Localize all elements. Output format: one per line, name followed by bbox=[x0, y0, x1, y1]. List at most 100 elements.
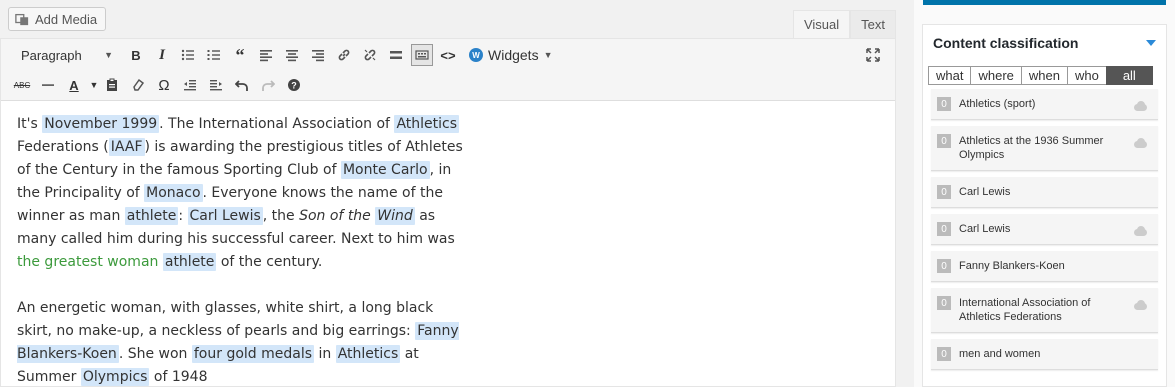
toolbar-row-2: ABC A ▼ Ω ? bbox=[11, 73, 309, 97]
panel-header[interactable]: Content classification bbox=[923, 25, 1166, 61]
chevron-down-icon[interactable]: ▼ bbox=[89, 74, 99, 96]
collapse-triangle-icon[interactable] bbox=[1146, 40, 1156, 46]
count-badge: 0 bbox=[937, 97, 951, 111]
blockquote-icon[interactable]: “ bbox=[229, 44, 251, 66]
clear-formatting-icon[interactable] bbox=[127, 74, 149, 96]
filter-when[interactable]: when bbox=[1020, 66, 1067, 85]
entity-label: International Association of Athletics F… bbox=[959, 297, 1091, 323]
editor-box: Paragraph ▼ B I “ <> W Widgets ▼ ABC A ▼… bbox=[0, 38, 896, 387]
add-media-label: Add Media bbox=[35, 11, 98, 27]
align-right-icon[interactable] bbox=[307, 44, 329, 66]
paragraph-2: An energetic woman, with glasses, white … bbox=[17, 297, 465, 387]
tab-text[interactable]: Text bbox=[850, 10, 896, 38]
count-badge: 0 bbox=[937, 259, 951, 273]
entity-annotation: athlete bbox=[162, 253, 217, 271]
text-run: . She won bbox=[118, 346, 192, 362]
entity-annotation: Athletics bbox=[335, 345, 401, 363]
entity-annotation: Monaco bbox=[144, 184, 203, 202]
text-run: in bbox=[314, 346, 336, 362]
entity-list-item[interactable]: 0 men and women bbox=[931, 339, 1158, 370]
text-run: It's bbox=[17, 116, 43, 132]
text-color-icon[interactable]: A bbox=[63, 74, 85, 96]
horizontal-line-icon[interactable] bbox=[37, 74, 59, 96]
panel-title: Content classification bbox=[933, 35, 1079, 51]
entity-list: 0 Athletics (sport) 0 Athletics at the 1936… bbox=[923, 89, 1166, 370]
count-badge: 0 bbox=[937, 347, 951, 361]
entity-annotation: November 1999 bbox=[42, 115, 160, 133]
entity-list-item[interactable]: 0 Athletics (sport) bbox=[931, 89, 1158, 120]
entity-list-item[interactable]: 0 Carl Lewis bbox=[931, 214, 1158, 245]
unlink-icon[interactable] bbox=[359, 44, 381, 66]
entity-list-item[interactable]: 0 Fanny Blankers-Koen bbox=[931, 251, 1158, 282]
entity-annotation: four gold medals bbox=[191, 345, 315, 363]
entity-label: Carl Lewis bbox=[959, 223, 1011, 235]
filter-what[interactable]: what bbox=[928, 66, 971, 85]
filter-where[interactable]: where bbox=[970, 66, 1021, 85]
text-run: . The International Association of bbox=[159, 116, 395, 132]
editor-toolbar: Paragraph ▼ B I “ <> W Widgets ▼ ABC A ▼… bbox=[1, 39, 895, 101]
redo-icon[interactable] bbox=[257, 74, 279, 96]
entity-label: Athletics at the 1936 Summer Olympics bbox=[959, 135, 1104, 161]
svg-text:?: ? bbox=[291, 81, 297, 91]
toolbar-toggle-icon[interactable] bbox=[411, 44, 433, 66]
publish-bar-edge bbox=[923, 0, 1166, 5]
text-run: Son of the bbox=[299, 208, 376, 224]
filter-all[interactable]: all bbox=[1105, 66, 1153, 85]
count-badge: 0 bbox=[937, 222, 951, 236]
format-select-value: Paragraph bbox=[21, 47, 82, 63]
entity-annotation: Wind bbox=[375, 207, 415, 225]
widgets-menu[interactable]: W Widgets ▼ bbox=[469, 47, 553, 63]
filter-who[interactable]: who bbox=[1066, 66, 1106, 85]
editor-area: Add Media Visual Text Paragraph ▼ B I “ … bbox=[0, 0, 896, 387]
content-classification-panel: Content classification what where when w… bbox=[922, 24, 1167, 387]
entity-list-item[interactable]: 0 International Association of Athletics … bbox=[931, 288, 1158, 333]
entity-list-item[interactable]: 0 Athletics at the 1936 Summer Olympics bbox=[931, 126, 1158, 171]
text-run: of the century. bbox=[216, 254, 323, 270]
strikethrough-icon[interactable]: ABC bbox=[11, 74, 33, 96]
highlighted-phrase: the greatest woman bbox=[17, 254, 159, 270]
text-run: , the bbox=[262, 208, 300, 224]
text-run: An energetic woman, with glasses, white … bbox=[17, 300, 434, 339]
entity-label: Carl Lewis bbox=[959, 186, 1011, 198]
read-more-icon[interactable] bbox=[385, 44, 407, 66]
tab-visual[interactable]: Visual bbox=[792, 10, 851, 38]
indent-icon[interactable] bbox=[205, 74, 227, 96]
text-run: Federations ( bbox=[17, 139, 109, 155]
paste-as-text-icon[interactable] bbox=[101, 74, 123, 96]
align-center-icon[interactable] bbox=[281, 44, 303, 66]
cloud-icon[interactable] bbox=[1132, 138, 1148, 148]
numbered-list-icon[interactable] bbox=[203, 44, 225, 66]
wordlift-icon: W bbox=[469, 48, 483, 62]
cloud-icon[interactable] bbox=[1132, 101, 1148, 111]
bulleted-list-icon[interactable] bbox=[177, 44, 199, 66]
text-run: of 1948 bbox=[149, 369, 208, 385]
entity-list-item[interactable]: 0 Carl Lewis bbox=[931, 177, 1158, 208]
fullscreen-icon[interactable] bbox=[865, 47, 881, 63]
link-icon[interactable] bbox=[333, 44, 355, 66]
editor-content[interactable]: It's November 1999. The International As… bbox=[1, 102, 895, 387]
cloud-icon[interactable] bbox=[1132, 300, 1148, 310]
align-left-icon[interactable] bbox=[255, 44, 277, 66]
classification-filters: what where when who all bbox=[928, 66, 1166, 85]
media-icon bbox=[15, 13, 29, 26]
undo-icon[interactable] bbox=[231, 74, 253, 96]
help-icon[interactable]: ? bbox=[283, 74, 305, 96]
widgets-label: Widgets bbox=[488, 47, 539, 63]
entity-label: Fanny Blankers-Koen bbox=[959, 260, 1065, 272]
entity-annotation: Athletics bbox=[394, 115, 460, 133]
entity-annotation: IAAF bbox=[108, 138, 145, 156]
count-badge: 0 bbox=[937, 134, 951, 148]
outdent-icon[interactable] bbox=[179, 74, 201, 96]
entity-annotation: athlete bbox=[124, 207, 179, 225]
format-select[interactable]: Paragraph ▼ bbox=[11, 44, 121, 66]
count-badge: 0 bbox=[937, 185, 951, 199]
paragraph-1: It's November 1999. The International As… bbox=[17, 113, 465, 274]
text-run: : bbox=[178, 208, 188, 224]
add-media-button[interactable]: Add Media bbox=[8, 7, 107, 31]
code-icon[interactable]: <> bbox=[437, 44, 459, 66]
entity-label: Athletics (sport) bbox=[959, 98, 1036, 110]
italic-icon[interactable]: I bbox=[151, 44, 173, 66]
bold-icon[interactable]: B bbox=[125, 44, 147, 66]
cloud-icon[interactable] bbox=[1132, 226, 1148, 236]
special-character-icon[interactable]: Ω bbox=[153, 74, 175, 96]
